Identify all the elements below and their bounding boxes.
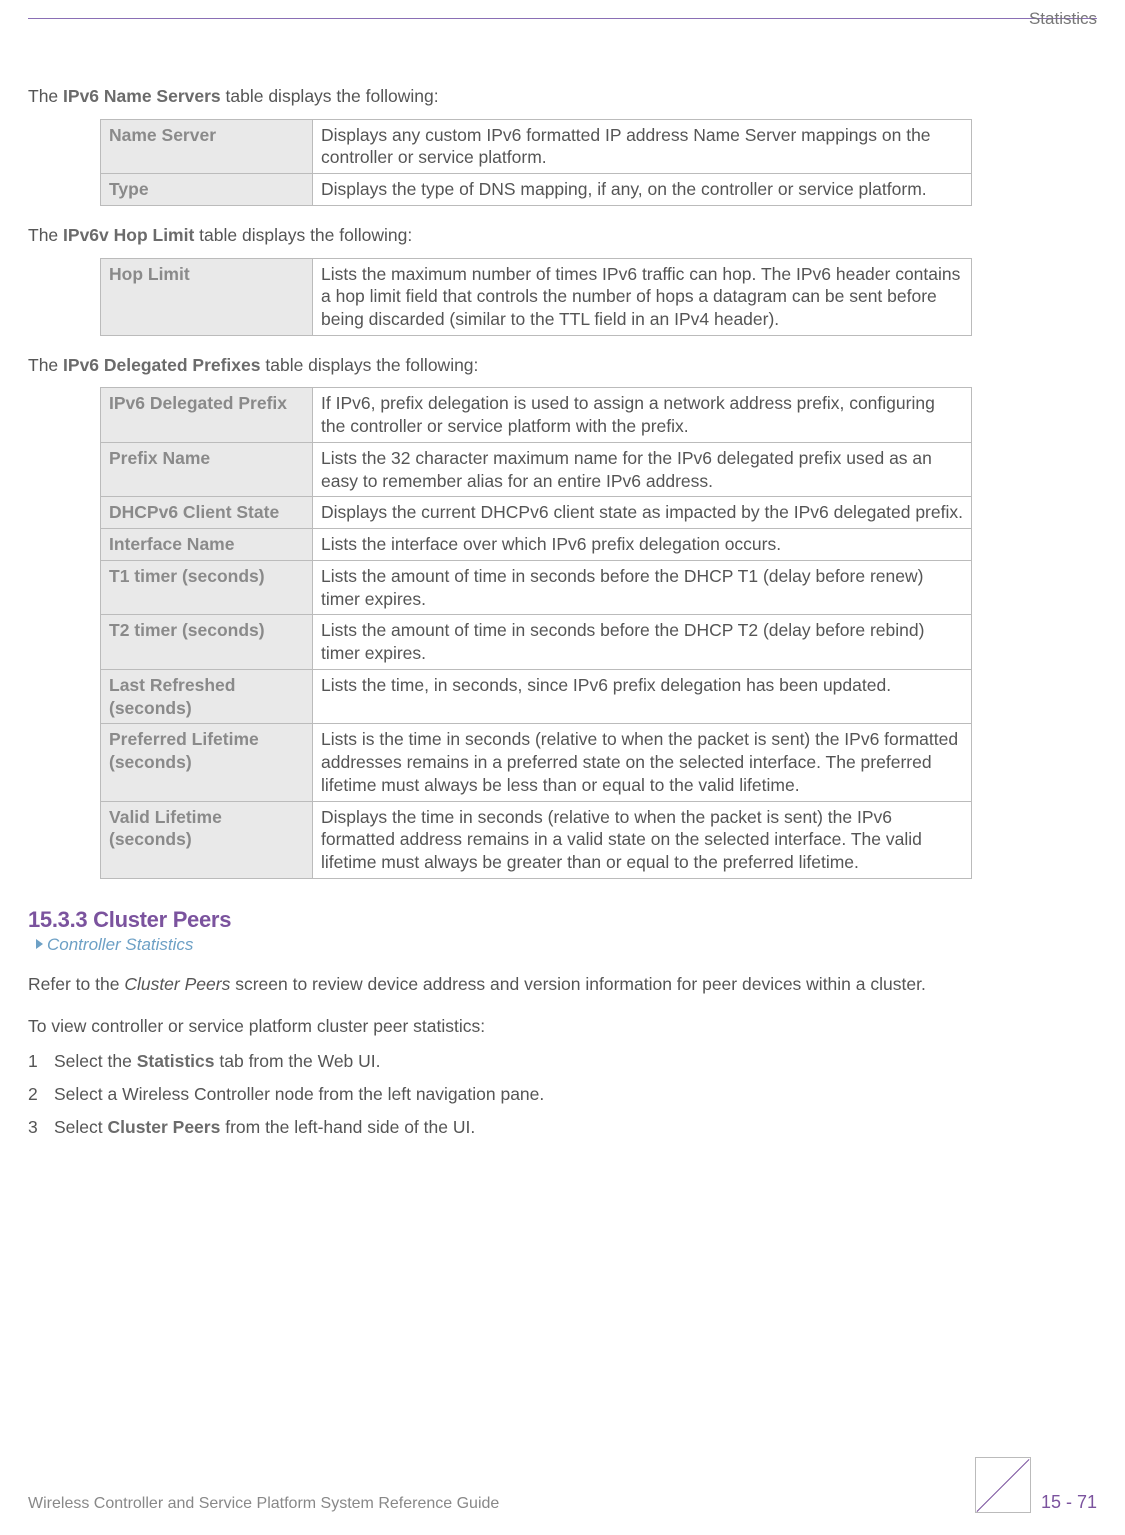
text: The	[28, 225, 63, 245]
footer-right: 15 - 71	[975, 1457, 1097, 1513]
cell-desc: Lists is the time in seconds (relative t…	[313, 724, 972, 801]
cell-desc: Displays the current DHCPv6 client state…	[313, 497, 972, 529]
cell-label: T2 timer (seconds)	[101, 615, 313, 670]
cell-label: Last Refreshed (seconds)	[101, 669, 313, 724]
page-footer: Wireless Controller and Service Platform…	[28, 1457, 1097, 1513]
cell-label: Type	[101, 174, 313, 206]
table-row: IPv6 Delegated PrefixIf IPv6, prefix del…	[101, 388, 972, 443]
text: Refer to the	[28, 974, 124, 994]
list-item: 1 Select the Statistics tab from the Web…	[28, 1048, 1097, 1075]
table-ipv6-hop-limit: Hop Limit Lists the maximum number of ti…	[100, 258, 972, 336]
text: table displays the following:	[221, 86, 439, 106]
bold-term: Statistics	[137, 1051, 215, 1071]
text: Select a Wireless Controller node from t…	[54, 1084, 544, 1104]
cell-label: Interface Name	[101, 529, 313, 561]
table-row: Valid Lifetime (seconds)Displays the tim…	[101, 801, 972, 878]
text: table displays the following:	[261, 355, 479, 375]
table-row: T2 timer (seconds)Lists the amount of ti…	[101, 615, 972, 670]
table-row: Interface NameLists the interface over w…	[101, 529, 972, 561]
footer-title: Wireless Controller and Service Platform…	[28, 1495, 499, 1513]
section-heading-cluster-peers: 15.3.3 Cluster Peers	[28, 907, 1097, 933]
intro-ipv6-hop-limit: The IPv6v Hop Limit table displays the f…	[28, 224, 1097, 248]
bold-term: IPv6v Hop Limit	[63, 225, 194, 245]
step-number: 3	[28, 1114, 38, 1141]
text: Select	[54, 1117, 108, 1137]
cell-label: Hop Limit	[101, 258, 313, 335]
text: from the left-hand side of the UI.	[220, 1117, 475, 1137]
intro-ipv6-delegated-prefixes: The IPv6 Delegated Prefixes table displa…	[28, 354, 1097, 378]
cell-label: IPv6 Delegated Prefix	[101, 388, 313, 443]
cell-desc: Lists the maximum number of times IPv6 t…	[313, 258, 972, 335]
bold-term: Cluster Peers	[108, 1117, 221, 1137]
step-number: 1	[28, 1048, 38, 1075]
content-area: The IPv6 Name Servers table displays the…	[28, 57, 1097, 1142]
arrow-right-icon	[36, 939, 43, 949]
intro-ipv6-name-servers: The IPv6 Name Servers table displays the…	[28, 85, 1097, 109]
cell-desc: Displays any custom IPv6 formatted IP ad…	[313, 119, 972, 174]
text: table displays the following:	[194, 225, 412, 245]
text: The	[28, 86, 63, 106]
bold-term: IPv6 Delegated Prefixes	[63, 355, 260, 375]
emphasis: Cluster Peers	[124, 974, 230, 994]
table-row: Hop Limit Lists the maximum number of ti…	[101, 258, 972, 335]
list-item: 2 Select a Wireless Controller node from…	[28, 1081, 1097, 1108]
table-row: T1 timer (seconds)Lists the amount of ti…	[101, 560, 972, 615]
text: Select the	[54, 1051, 137, 1071]
step-number: 2	[28, 1081, 38, 1108]
cell-label: DHCPv6 Client State	[101, 497, 313, 529]
list-item: 3 Select Cluster Peers from the left-han…	[28, 1114, 1097, 1141]
text: screen to review device address and vers…	[230, 974, 925, 994]
footer-slash-icon	[975, 1457, 1031, 1513]
table-row: Type Displays the type of DNS mapping, i…	[101, 174, 972, 206]
cell-desc: Lists the amount of time in seconds befo…	[313, 560, 972, 615]
steps-list: 1 Select the Statistics tab from the Web…	[28, 1048, 1097, 1141]
cell-desc: Lists the interface over which IPv6 pref…	[313, 529, 972, 561]
table-row: Prefix NameLists the 32 character maximu…	[101, 442, 972, 497]
cell-desc: Lists the amount of time in seconds befo…	[313, 615, 972, 670]
cell-label: Valid Lifetime (seconds)	[101, 801, 313, 878]
running-header: Statistics	[28, 9, 1097, 57]
cell-desc: Lists the time, in seconds, since IPv6 p…	[313, 669, 972, 724]
table-row: DHCPv6 Client StateDisplays the current …	[101, 497, 972, 529]
text: tab from the Web UI.	[215, 1051, 381, 1071]
cell-label: Name Server	[101, 119, 313, 174]
cell-label: T1 timer (seconds)	[101, 560, 313, 615]
bold-term: IPv6 Name Servers	[63, 86, 221, 106]
cell-desc: If IPv6, prefix delegation is used to as…	[313, 388, 972, 443]
table-ipv6-delegated-prefixes: IPv6 Delegated PrefixIf IPv6, prefix del…	[100, 387, 972, 879]
breadcrumb: Controller Statistics	[36, 935, 1097, 955]
table-row: Name Server Displays any custom IPv6 for…	[101, 119, 972, 174]
cell-desc: Displays the type of DNS mapping, if any…	[313, 174, 972, 206]
cell-label: Preferred Lifetime (seconds)	[101, 724, 313, 801]
breadcrumb-text: Controller Statistics	[47, 935, 193, 954]
table-row: Last Refreshed (seconds)Lists the time, …	[101, 669, 972, 724]
cell-label: Prefix Name	[101, 442, 313, 497]
cluster-peers-intro: Refer to the Cluster Peers screen to rev…	[28, 973, 1097, 997]
table-ipv6-name-servers: Name Server Displays any custom IPv6 for…	[100, 119, 972, 206]
cell-desc: Lists the 32 character maximum name for …	[313, 442, 972, 497]
cell-desc: Displays the time in seconds (relative t…	[313, 801, 972, 878]
text: The	[28, 355, 63, 375]
table-row: Preferred Lifetime (seconds)Lists is the…	[101, 724, 972, 801]
page: Statistics The IPv6 Name Servers table d…	[0, 18, 1125, 1535]
cluster-peers-lead: To view controller or service platform c…	[28, 1015, 1097, 1039]
page-number: 15 - 71	[1041, 1492, 1097, 1513]
